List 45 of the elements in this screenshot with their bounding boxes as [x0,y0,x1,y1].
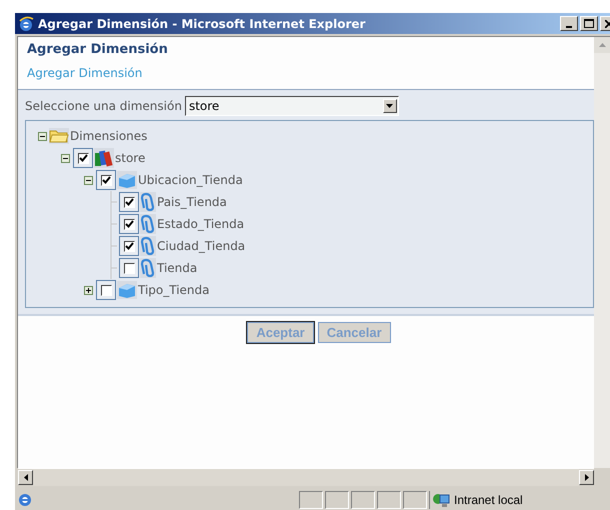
scroll-left-button[interactable] [18,470,33,485]
maximize-button[interactable] [580,16,598,31]
page-heading: Agregar Dimensión [27,41,169,59]
status-pane [299,491,323,509]
minimize-icon [566,26,572,28]
checkbox[interactable] [124,196,134,208]
tree-item[interactable]: Estado_Tienda [156,217,244,231]
scroll-right-button[interactable] [579,470,594,485]
collapse-icon[interactable] [84,176,92,184]
vertical-scrollbar[interactable] [594,37,610,468]
page-subheading: Agregar Dimensión [27,65,144,82]
tree-item[interactable]: Dimensiones [69,129,148,143]
caret-icon [24,474,28,481]
zone-label: Intranet local [454,493,523,507]
minimize-button[interactable] [560,16,578,31]
dimension-dropdown[interactable]: store [184,96,399,116]
checkbox[interactable] [78,152,88,164]
expand-icon[interactable] [84,286,92,294]
window-title: Agregar Dimensión - Microsoft Internet Explorer [38,16,366,30]
maximize-icon [584,19,594,28]
status-pane [325,491,349,509]
checkbox[interactable] [124,218,134,230]
tree-item[interactable]: store [114,151,146,165]
checkbox[interactable] [100,284,112,296]
horizontal-scrollbar[interactable] [18,468,594,486]
tree-item[interactable]: Tienda [156,261,198,275]
status-pane [377,491,401,509]
tree-item[interactable]: Tipo_Tienda [137,283,210,297]
status-pane [403,491,427,509]
caret-icon [598,43,606,47]
dropdown-button[interactable] [382,99,397,113]
network-icon [432,492,450,508]
checkbox[interactable] [124,240,134,252]
status-pane [351,491,375,509]
tree-item[interactable]: Pais_Tienda [156,195,227,209]
caret-icon [584,474,588,481]
collapse-icon[interactable] [60,154,70,162]
tree-item[interactable]: Ciudad_Tienda [156,239,246,253]
caret-icon [386,104,394,108]
tree-item[interactable]: Ubicacion_Tienda [137,173,243,187]
collapse-icon[interactable] [38,132,46,140]
checkbox[interactable] [100,174,112,186]
checkbox[interactable] [124,262,134,274]
browser-icon [18,16,34,32]
field-label: Seleccione una dimensión [25,99,182,113]
